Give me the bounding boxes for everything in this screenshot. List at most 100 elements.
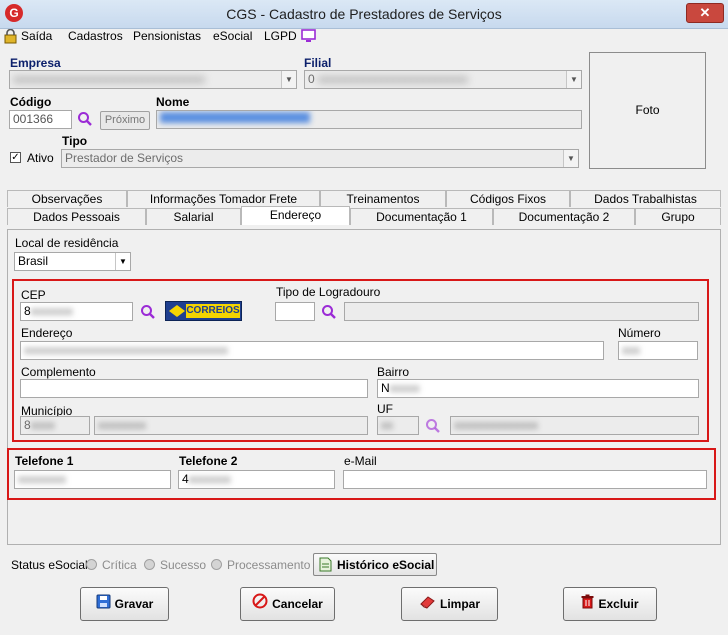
- chevron-down-icon[interactable]: ▼: [563, 150, 578, 167]
- cep-input[interactable]: 8xxxxxxx: [20, 302, 133, 321]
- tab-observacoes[interactable]: Observações: [7, 190, 127, 207]
- bairro-input[interactable]: Nxxxxx: [377, 379, 699, 398]
- tipo-logradouro-label: Tipo de Logradouro: [276, 285, 381, 299]
- tipo-logradouro-desc: [344, 302, 699, 321]
- chevron-down-icon[interactable]: ▼: [115, 253, 130, 270]
- tab-dados-trabalhistas[interactable]: Dados Trabalhistas: [570, 190, 721, 207]
- sucesso-radio[interactable]: [144, 559, 155, 570]
- save-icon: [96, 589, 111, 621]
- uf-input[interactable]: xx: [377, 416, 419, 435]
- telefone2-label: Telefone 2: [179, 454, 238, 468]
- trash-icon: [581, 589, 594, 621]
- complemento-label: Complemento: [21, 365, 96, 379]
- municipio-value: 8: [24, 418, 31, 432]
- processamento-radio[interactable]: [211, 559, 222, 570]
- processamento-label: Processamento: [227, 558, 311, 572]
- tab-endereco[interactable]: Endereço: [241, 206, 350, 225]
- municipio-code-input[interactable]: 8xxxx: [20, 416, 90, 435]
- bairro-label: Bairro: [377, 365, 410, 379]
- tab-documentacao-2[interactable]: Documentação 2: [493, 208, 635, 225]
- correios-button[interactable]: CORREIOS: [165, 301, 242, 321]
- eraser-icon: [419, 589, 436, 621]
- tab-dados-pessoais[interactable]: Dados Pessoais: [7, 208, 146, 225]
- filial-label: Filial: [304, 56, 332, 70]
- correios-label: CORREIOS: [186, 304, 240, 318]
- numero-input[interactable]: xxx: [618, 341, 698, 360]
- tipo-select[interactable]: Prestador de Serviços ▼: [61, 149, 579, 168]
- chevron-down-icon[interactable]: ▼: [281, 71, 296, 88]
- excluir-button[interactable]: Excluir: [563, 587, 657, 621]
- proximo-button[interactable]: Próximo: [100, 111, 150, 130]
- local-residencia-select[interactable]: Brasil ▼: [14, 252, 131, 271]
- critica-label: Crítica: [102, 558, 137, 572]
- nome-input[interactable]: [156, 110, 582, 129]
- limpar-label: Limpar: [439, 597, 480, 611]
- search-icon[interactable]: [321, 304, 337, 320]
- tab-informacoes-tomador[interactable]: Informações Tomador Frete: [127, 190, 320, 207]
- telefone1-input[interactable]: xxxxxxxx: [14, 470, 171, 489]
- limpar-button[interactable]: Limpar: [401, 587, 498, 621]
- empresa-select[interactable]: xxxxxxxxxxxxxxxxxxxxxxxxxxxxxxxx ▼: [9, 70, 297, 89]
- cep-value: 8: [24, 304, 31, 318]
- menu-saida[interactable]: Saída: [21, 28, 52, 44]
- codigo-input[interactable]: 001366: [9, 110, 72, 129]
- tab-documentacao-1[interactable]: Documentação 1: [350, 208, 493, 225]
- menu-lgpd[interactable]: LGPD: [264, 28, 297, 44]
- close-button[interactable]: ✕: [686, 3, 724, 23]
- local-residencia-value: Brasil: [18, 254, 49, 268]
- empresa-label: Empresa: [10, 56, 61, 70]
- chevron-down-icon[interactable]: ▼: [566, 71, 581, 88]
- endereco-label: Endereço: [21, 326, 73, 340]
- sucesso-label: Sucesso: [160, 558, 207, 572]
- codigo-label: Código: [10, 95, 52, 109]
- telefone2-input[interactable]: 4xxxxxxx: [178, 470, 335, 489]
- excluir-label: Excluir: [598, 597, 639, 611]
- filial-value: 0: [308, 72, 315, 86]
- telefone1-label: Telefone 1: [15, 454, 74, 468]
- tab-codigos-fixos[interactable]: Códigos Fixos: [446, 190, 570, 207]
- search-icon[interactable]: [77, 111, 93, 127]
- email-input[interactable]: [343, 470, 707, 489]
- uf-name: xxxxxxxxxxxxxx: [450, 416, 699, 435]
- menu-pensionistas[interactable]: Pensionistas: [133, 28, 201, 44]
- search-icon[interactable]: [425, 418, 441, 434]
- historico-esocial-button[interactable]: Histórico eSocial: [313, 553, 437, 576]
- correios-logo-icon: [169, 305, 185, 320]
- cancel-icon: [252, 589, 268, 621]
- document-icon: [318, 557, 333, 575]
- tab-treinamentos[interactable]: Treinamentos: [320, 190, 446, 207]
- gravar-label: Gravar: [114, 597, 154, 611]
- status-esocial-label: Status eSocial:: [11, 558, 92, 572]
- monitor-icon[interactable]: [301, 29, 316, 46]
- foto-label: Foto: [635, 103, 660, 117]
- menu-esocial[interactable]: eSocial: [213, 28, 252, 44]
- endereco-input[interactable]: xxxxxxxxxxxxxxxxxxxxxxxxxxxxxxxxxx: [20, 341, 604, 360]
- photo-frame[interactable]: Foto: [589, 52, 706, 169]
- gravar-button[interactable]: Gravar: [80, 587, 169, 621]
- cep-label: CEP: [21, 288, 46, 302]
- critica-radio[interactable]: [86, 559, 97, 570]
- tipo-logradouro-code-input[interactable]: [275, 302, 315, 321]
- ativo-checkbox[interactable]: ✓: [10, 152, 21, 163]
- menu-bar: Saída Cadastros Pensionistas eSocial LGP…: [0, 28, 728, 48]
- nome-label: Nome: [156, 95, 190, 109]
- cancelar-button[interactable]: Cancelar: [240, 587, 335, 621]
- ativo-label: Ativo: [27, 151, 54, 165]
- local-residencia-label: Local de residência: [15, 236, 119, 250]
- email-label: e-Mail: [344, 454, 377, 468]
- bairro-value: N: [381, 381, 390, 395]
- uf-label: UF: [377, 402, 393, 416]
- tab-grupo[interactable]: Grupo: [635, 208, 721, 225]
- tipo-label: Tipo: [62, 134, 88, 148]
- title-bar: G CGS - Cadastro de Prestadores de Servi…: [0, 0, 728, 29]
- filial-select[interactable]: 0 xxxxxxxxxxxxxxxxxxxxxxxxx ▼: [304, 70, 582, 89]
- tab-salarial[interactable]: Salarial: [146, 208, 241, 225]
- search-icon[interactable]: [140, 304, 156, 320]
- municipio-name: xxxxxxxx: [94, 416, 368, 435]
- historico-esocial-label: Histórico eSocial: [337, 558, 435, 572]
- numero-label: Número: [618, 326, 661, 340]
- complemento-input[interactable]: [20, 379, 368, 398]
- telefone2-value: 4: [182, 472, 189, 486]
- tipo-value: Prestador de Serviços: [65, 151, 184, 165]
- menu-cadastros[interactable]: Cadastros: [68, 28, 123, 44]
